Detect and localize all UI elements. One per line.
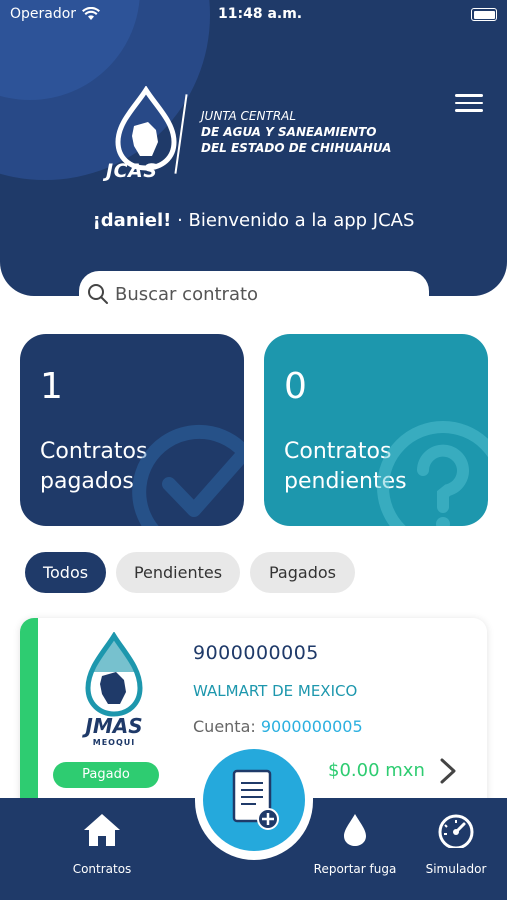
nav-reportar-fuga-label: Reportar fuga <box>313 862 397 876</box>
nav-simulador[interactable]: Simulador <box>406 812 506 876</box>
jmas-logo-text: JMAS <box>85 714 143 738</box>
water-drop-icon <box>344 814 366 846</box>
jmas-logo-subtext: MEOQUI <box>92 738 136 747</box>
greeting-name: ¡daniel! <box>92 210 172 231</box>
paid-count: 1 <box>40 366 63 407</box>
welcome-message: ¡daniel! · Bienvenido a la app JCAS <box>0 210 507 231</box>
question-circle-icon <box>377 421 488 526</box>
greeting-text: · Bienvenido a la app JCAS <box>171 210 415 231</box>
filter-todos[interactable]: Todos <box>25 552 106 593</box>
contract-amount: $0.00 mxn <box>328 760 425 781</box>
search-bar[interactable] <box>79 271 429 317</box>
nav-contratos[interactable]: Contratos <box>52 812 152 876</box>
logo-text: JCAS <box>106 160 158 182</box>
nav-simulador-label: Simulador <box>425 862 487 876</box>
org-name: JUNTA CENTRAL DE AGUA Y SANEAMIENTO DEL … <box>201 108 391 156</box>
carrier: Operador <box>10 6 101 22</box>
account-info: Cuenta: 9000000005 <box>193 717 363 736</box>
hamburger-menu-icon[interactable] <box>455 94 483 114</box>
status-badge: Pagado <box>53 762 159 788</box>
home-icon <box>84 814 120 846</box>
contract-name: WALMART DE MEXICO <box>193 682 358 700</box>
gauge-icon <box>438 814 474 848</box>
nav-contratos-label: Contratos <box>72 862 132 876</box>
search-icon <box>88 284 108 304</box>
status-accent-bar <box>20 618 38 818</box>
check-circle-icon <box>132 424 244 526</box>
filter-pagados[interactable]: Pagados <box>250 552 355 593</box>
filter-pendientes[interactable]: Pendientes <box>116 552 240 593</box>
account-label: Cuenta: <box>193 717 261 736</box>
wifi-icon <box>82 7 101 20</box>
clock: 11:48 a.m. <box>218 6 303 22</box>
paid-contracts-card[interactable]: 1 Contratos pagados <box>20 334 244 526</box>
account-value: 9000000005 <box>260 717 363 736</box>
pending-contracts-card[interactable]: 0 Contratos pendientes <box>264 334 488 526</box>
nav-reportar-fuga[interactable]: Reportar fuga <box>305 812 405 876</box>
pending-count: 0 <box>284 366 307 407</box>
chevron-right-icon[interactable] <box>438 757 458 785</box>
org-name-line1: JUNTA CENTRAL <box>201 109 297 123</box>
header: Operador 11:48 a.m. JCAS JUNTA CENTRAL D… <box>0 0 507 296</box>
carrier-label: Operador <box>10 6 77 22</box>
org-name-line2: DE AGUA Y SANEAMIENTO <box>201 125 377 139</box>
add-document-icon <box>232 769 279 830</box>
status-bar: Operador 11:48 a.m. <box>0 0 507 30</box>
contract-number: 9000000005 <box>193 642 319 664</box>
org-name-line3: DEL ESTADO DE CHIHUAHUA <box>201 141 392 155</box>
add-contract-fab[interactable] <box>203 749 305 851</box>
battery-icon <box>471 8 497 21</box>
search-input[interactable] <box>115 283 395 305</box>
